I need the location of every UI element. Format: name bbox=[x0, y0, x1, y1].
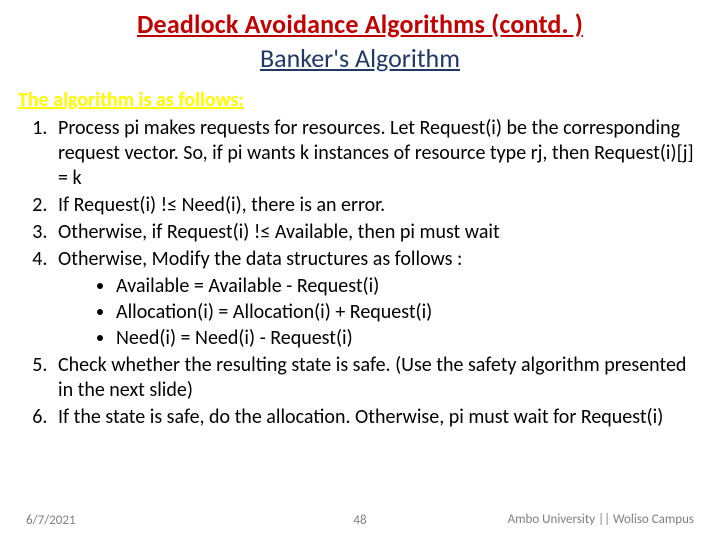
substep-item: Need(i) = Need(i) - Request(i) bbox=[116, 326, 702, 351]
footer-date: 6/7/2021 bbox=[26, 513, 76, 528]
intro-line: The algorithm is as follows: bbox=[18, 88, 702, 112]
substep-item: Available = Available - Request(i) bbox=[116, 274, 702, 299]
step-item: Process pi makes requests for resources.… bbox=[52, 116, 702, 191]
substep-item: Allocation(i) = Allocation(i) + Request(… bbox=[116, 300, 702, 325]
step-item: Otherwise, Modify the data structures as… bbox=[52, 247, 702, 351]
slide-title-main: Deadlock Avoidance Algorithms (contd. ) bbox=[18, 8, 702, 40]
step-item: If the state is safe, do the allocation.… bbox=[52, 405, 702, 430]
slide: Deadlock Avoidance Algorithms (contd. ) … bbox=[0, 0, 720, 540]
footer: 6/7/2021 48 Ambo University || Woliso Ca… bbox=[0, 512, 720, 528]
footer-org: Ambo University || Woliso Campus bbox=[508, 512, 694, 528]
step-item: Check whether the resulting state is saf… bbox=[52, 353, 702, 403]
footer-page: 48 bbox=[353, 513, 366, 528]
step-item: Otherwise, if Request(i) !≤ Available, t… bbox=[52, 220, 702, 245]
steps-list: Process pi makes requests for resources.… bbox=[18, 116, 702, 430]
title-block: Deadlock Avoidance Algorithms (contd. ) … bbox=[18, 8, 702, 74]
slide-title-sub: Banker's Algorithm bbox=[18, 42, 702, 74]
step-item: If Request(i) !≤ Need(i), there is an er… bbox=[52, 193, 702, 218]
step-text: Otherwise, Modify the data structures as… bbox=[58, 247, 462, 271]
substeps-list: Available = Available - Request(i) Alloc… bbox=[58, 274, 702, 351]
